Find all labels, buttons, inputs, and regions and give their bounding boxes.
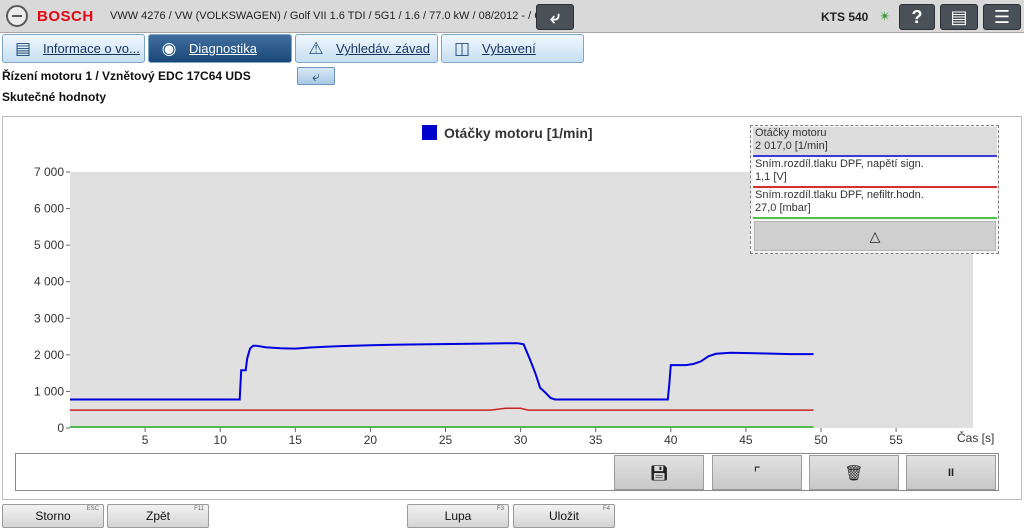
back-bottom-button[interactable]: Zpět F11 [107,504,209,528]
x-tick-label: 45 [739,433,753,447]
y-axis: 0 1 000 2 000 3 000 4 000 5 000 6 000 7 000 [34,165,70,435]
legend-swatch [753,155,997,157]
shortcut-key: ESC [86,506,99,512]
chart-title: Otáčky motoru [1/min] [444,125,593,141]
save-button[interactable]: Uložit F4 [513,504,615,528]
zoom-button[interactable]: Lupa F3 [407,504,509,528]
save-icon: 💾︎ [649,464,669,482]
shortcut-key: F4 [602,506,610,512]
chart-toolbar: 💾︎ ⌜ 🗑︎ II [15,453,999,491]
button-label: Uložit [548,509,579,523]
save-chart-button[interactable]: 💾︎ [614,455,704,490]
pause-icon: II [947,466,955,479]
cancel-button[interactable]: Storno ESC [2,504,104,528]
x-tick-label: 15 [289,433,303,447]
x-tick-label: 55 [889,433,903,447]
x-tick-label: 20 [364,433,378,447]
pause-button[interactable]: II [906,455,996,490]
x-tick-label: 30 [514,433,528,447]
y-tick-label: 7 000 [34,165,64,179]
x-tick-label: 10 [214,433,228,447]
x-tick-label: 40 [664,433,678,447]
y-tick-label: 5 000 [34,238,64,252]
legend-name: Sním.rozdíl.tlaku DPF, napětí sign. [755,158,924,170]
delete-icon: 🗑︎ [844,464,864,482]
y-tick-label: 1 000 [34,384,64,398]
x-axis: 5 10 15 20 25 30 35 40 45 50 55 [142,428,903,447]
legend-value: 2 017,0 [1/min] [755,140,828,152]
chart-axis-button[interactable]: ⌜ [712,455,802,490]
button-label: Lupa [444,509,472,523]
line-chart: 0 1 000 2 000 3 000 4 000 5 000 6 000 7 000 5 10… [34,125,994,447]
legend-swatch [753,186,997,188]
shortcut-key: F3 [496,506,504,512]
legend-item[interactable]: Otáčky motoru 2 017,0 [1/min] [753,127,997,157]
x-tick-label: 5 [142,433,149,447]
chart-title-marker [422,125,437,140]
legend-item[interactable]: Sním.rozdíl.tlaku DPF, nefiltr.hodn. 27,… [753,189,997,219]
y-tick-label: 4 000 [34,275,64,289]
button-label: Storno [35,509,71,523]
x-tick-label: 50 [814,433,828,447]
legend-name: Sním.rozdíl.tlaku DPF, nefiltr.hodn. [755,189,924,201]
legend-value: 27,0 [mbar] [755,202,811,214]
legend-item[interactable]: Sním.rozdíl.tlaku DPF, napětí sign. 1,1 … [753,158,997,188]
chevron-up-icon: △ [869,227,881,244]
legend-swatch [753,217,997,219]
shortcut-key: F11 [194,506,204,512]
x-tick-label: 25 [439,433,453,447]
x-axis-label: Čas [s] [957,430,994,445]
y-tick-label: 0 [57,421,64,435]
y-tick-label: 6 000 [34,202,64,216]
legend-name: Otáčky motoru [755,127,827,139]
chart-legend: Otáčky motoru 2 017,0 [1/min] Sním.rozdí… [750,125,999,254]
delete-button[interactable]: 🗑︎ [809,455,899,490]
y-tick-label: 3 000 [34,311,64,325]
x-tick-label: 35 [589,433,603,447]
legend-value: 1,1 [V] [755,171,787,183]
y-tick-label: 2 000 [34,348,64,362]
chart-axis-icon: ⌜ [753,464,761,482]
legend-collapse-button[interactable]: △ [754,221,996,251]
button-label: Zpět [145,509,170,523]
